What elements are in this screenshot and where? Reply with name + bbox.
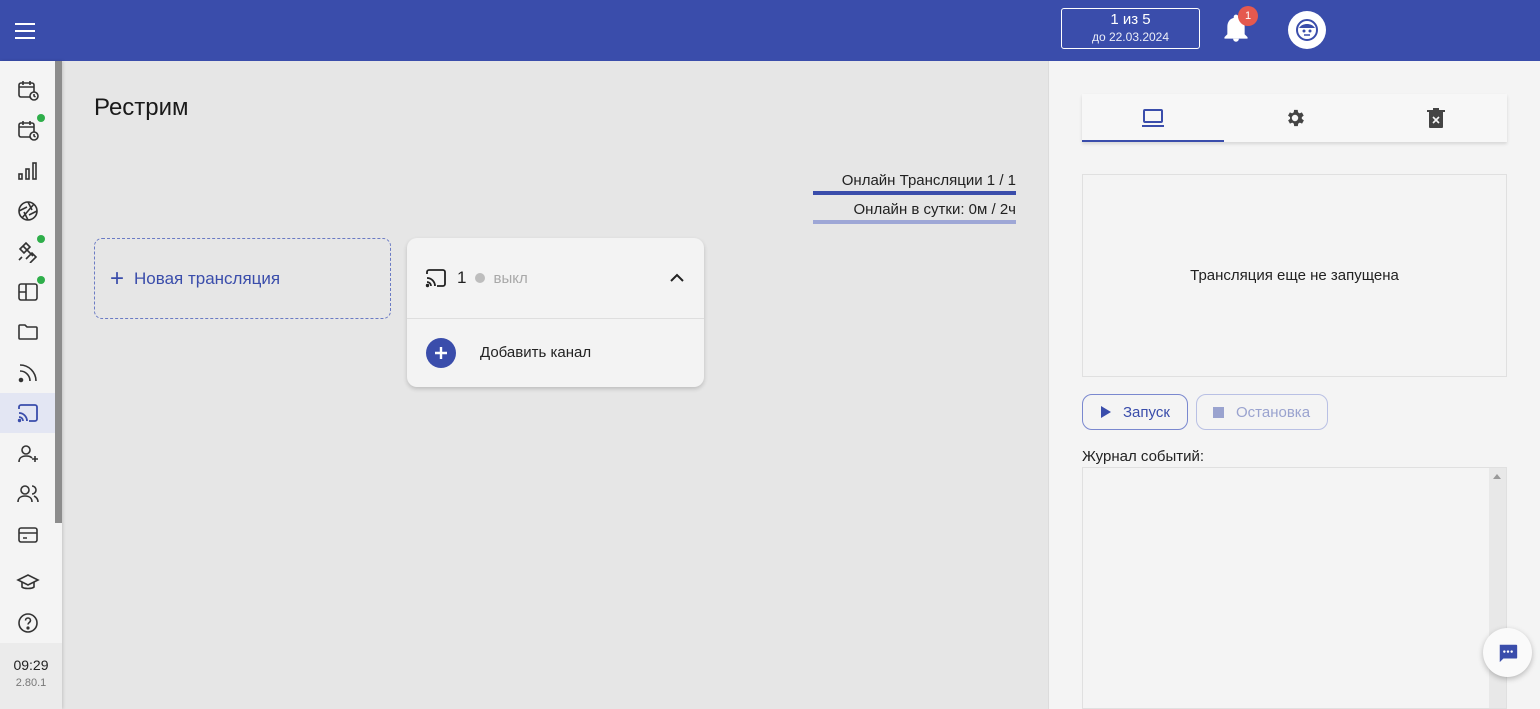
gear-icon [1287,109,1304,127]
laptop-icon [1141,109,1164,127]
sidebar-item-layouts[interactable] [0,272,55,312]
sidebar-item-files[interactable] [0,312,55,352]
right-panel: Трансляция еще не запущена Запуск Остано… [1048,61,1540,709]
current-time: 09:29 [13,657,49,673]
bar-chart-icon [17,162,37,180]
sidebar-item-schedule[interactable] [0,70,55,110]
event-log-label: Журнал событий: [1082,448,1205,465]
sidebar-item-users[interactable] [0,474,55,514]
add-circle-icon [426,337,456,368]
event-log[interactable] [1082,467,1507,709]
online-dot [37,114,45,122]
robot-face-icon [1296,19,1318,41]
stream-number: 1 [457,268,467,287]
calendar-clock-icon [17,81,39,101]
graduation-cap-icon [15,574,40,590]
preview-message: Трансляция еще не запущена [1190,267,1399,284]
layout-icon [17,283,38,301]
stream-card: 1 выкл Добавить канал [407,238,704,387]
add-channel-label: Добавить канал [480,344,592,361]
cast-icon [425,269,446,288]
new-stream-button[interactable]: + Новая трансляция [94,238,391,319]
play-icon [1101,406,1111,418]
plan-expiry: до 22.03.2024 [1091,30,1170,44]
page-title: Рестрим [94,94,189,121]
stop-button[interactable]: Остановка [1196,394,1328,430]
sidebar-item-satellite[interactable] [0,231,55,271]
sidebar-item-ai[interactable] [0,191,55,231]
collapse-button[interactable] [665,266,689,290]
tab-settings[interactable] [1224,94,1366,142]
notifications-badge: 1 [1238,6,1258,26]
cast-icon [17,404,38,423]
online-dot [37,276,45,284]
chat-button[interactable] [1483,628,1532,677]
app-version: 2.80.1 [15,677,47,689]
plan-indicator[interactable]: 1 из 5 до 22.03.2024 [1061,8,1200,49]
sidebar-item-schedule-2[interactable] [0,110,55,150]
sidebar-item-help[interactable] [0,603,55,643]
stream-status: выкл [493,269,528,287]
start-button[interactable]: Запуск [1082,394,1188,430]
sidebar-scrollbar[interactable] [55,61,62,523]
status-dot [475,273,486,283]
sidebar-footer: 09:29 2.80.1 [0,643,62,709]
sidebar-item-add-user[interactable] [0,434,55,474]
aperture-icon [17,201,38,221]
stop-icon [1213,406,1224,418]
users-icon [16,485,39,503]
new-stream-label: Новая трансляция [134,268,281,288]
credit-card-icon [17,527,38,543]
chevron-up-icon [670,273,684,282]
menu-button[interactable] [0,0,50,61]
plus-icon: + [110,264,125,292]
panel-tabs [1082,94,1507,142]
stop-label: Остановка [1236,403,1311,421]
tab-delete[interactable] [1365,94,1507,142]
folder-icon [17,324,38,340]
sidebar-item-learning[interactable] [0,562,55,602]
start-label: Запуск [1123,403,1170,421]
chat-icon [1499,644,1517,662]
rss-icon [18,364,37,383]
tab-preview[interactable] [1082,94,1224,142]
online-per-day-bar [813,220,1016,224]
sidebar-item-rss[interactable] [0,353,55,393]
trash-icon [1427,108,1446,128]
stream-card-header[interactable]: 1 выкл [407,238,704,319]
hamburger-icon [15,22,35,39]
user-plus-icon [17,445,38,463]
sidebar-item-restream[interactable] [0,393,55,433]
stream-preview: Трансляция еще не запущена [1082,174,1507,377]
user-avatar[interactable] [1288,11,1326,49]
calendar-clock-icon [17,121,39,141]
sidebar-item-billing[interactable] [0,515,55,555]
plan-usage: 1 из 5 [1110,11,1151,28]
satellite-icon [17,241,37,263]
online-dot [37,235,45,243]
top-bar: 1 из 5 до 22.03.2024 1 [0,0,1540,61]
add-channel-button[interactable]: Добавить канал [407,319,704,386]
sidebar: 09:29 2.80.1 [0,61,62,709]
help-circle-icon [17,613,38,633]
usage-stats: Онлайн Трансляции 1 / 1 Онлайн в сутки: … [813,172,1016,230]
online-per-day-stat: Онлайн в сутки: 0м / 2ч [853,201,1016,218]
online-streams-bar [813,191,1016,195]
online-streams-stat: Онлайн Трансляции 1 / 1 [841,172,1016,189]
sidebar-item-statistics[interactable] [0,151,55,191]
